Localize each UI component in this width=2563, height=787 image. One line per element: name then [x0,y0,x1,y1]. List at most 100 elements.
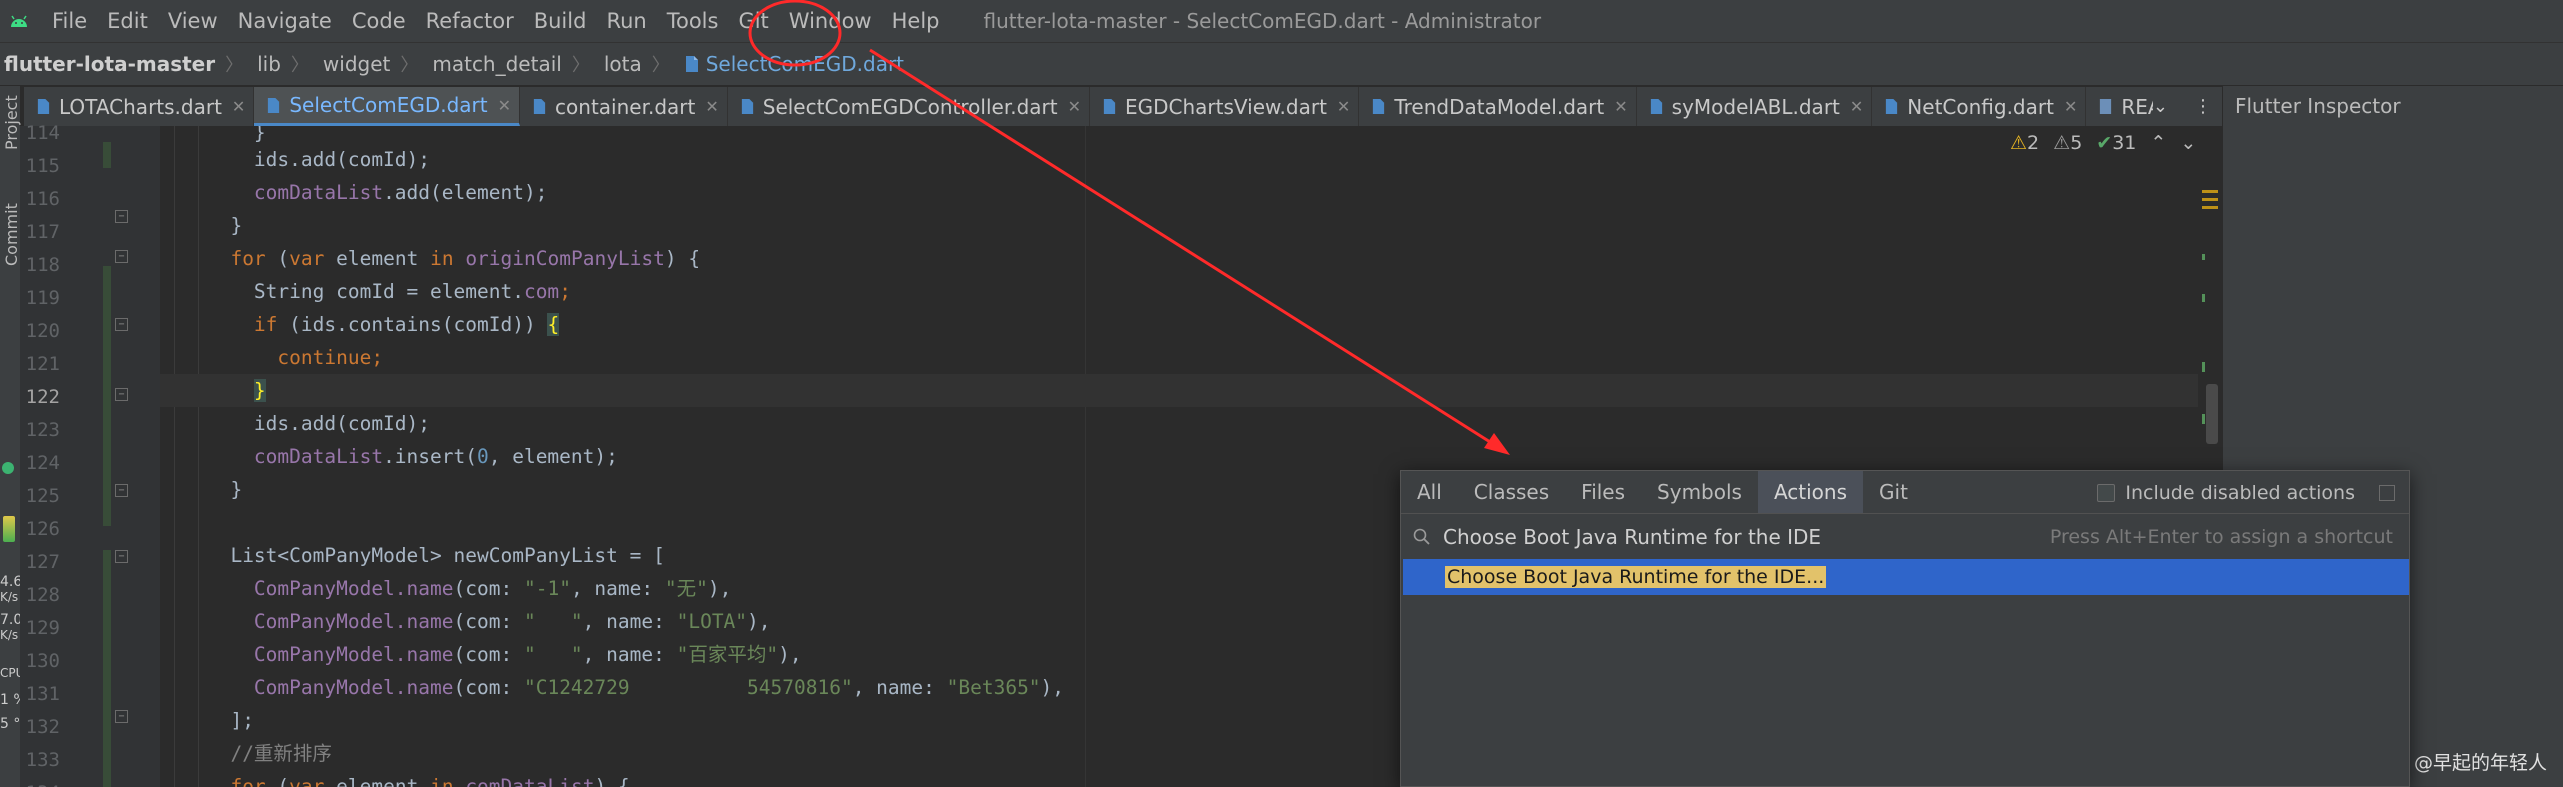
search-result-label: Choose Boot Java Runtime for the IDE... [1445,566,1827,588]
fold-icon[interactable]: − [115,550,128,563]
vcs-change-marker [103,266,111,526]
dart-file-icon [1650,99,1662,114]
menu-file[interactable]: File [52,9,87,33]
menu-code[interactable]: Code [352,9,406,33]
chevron-up-icon[interactable]: ⌃ [2150,132,2166,154]
line-number: 123 [25,419,60,441]
fold-icon[interactable]: − [115,388,128,401]
fold-icon[interactable]: − [115,318,128,331]
tab-label: SelectComEGDController.dart [762,94,1058,119]
breadcrumb-project[interactable]: flutter-lota-master [0,52,215,76]
menu-git[interactable]: Git [738,9,768,33]
tab-tools: ⌄ ⋮ [2152,87,2222,126]
line-number: 121 [25,353,60,375]
tab-classes[interactable]: Classes [1458,471,1565,513]
menu-run[interactable]: Run [606,9,646,33]
fold-icon[interactable]: − [115,484,128,497]
close-icon[interactable]: ✕ [232,97,245,116]
fold-icon[interactable]: − [115,250,128,263]
scroll-thumb[interactable] [2206,384,2218,444]
line-number: 128 [25,584,60,606]
close-icon[interactable]: ✕ [1337,97,1350,116]
tab-label: container.dart [555,94,696,119]
net-up-value: 7.0 [0,612,23,628]
fold-icon[interactable]: − [115,210,128,223]
dart-file-icon [1373,99,1385,114]
close-icon[interactable]: ✕ [705,97,718,116]
include-disabled-actions[interactable]: Include disabled actions [2097,471,2395,514]
close-icon[interactable]: ✕ [1068,97,1081,116]
chevron-right-icon: 〉 [571,55,590,76]
close-icon[interactable]: ✕ [498,96,511,115]
menu-tools[interactable]: Tools [667,9,719,33]
project-tool-button[interactable]: Project [2,95,21,150]
chevron-right-icon: 〉 [290,55,309,76]
warning-count[interactable]: ⚠5 [2053,132,2082,154]
weak-warning-icon: ⚠ [2053,132,2071,154]
menu-build[interactable]: Build [534,9,587,33]
line-number: 126 [25,518,60,540]
tab-selectcomegdcontroller[interactable]: SelectComEGDController.dart ✕ [728,87,1090,126]
editor-gutter: − − − − − − − 114 115 116 117 118 119 120 121 12… [20,122,160,787]
dart-file-icon [37,99,50,114]
tab-netconfig[interactable]: NetConfig.dart ✕ [1872,87,2087,126]
more-vertical-icon[interactable]: ⋮ [2194,96,2212,117]
tab-all[interactable]: All [1401,471,1458,513]
menu-window[interactable]: Window [789,9,872,33]
ok-count[interactable]: ✔31 [2096,132,2136,154]
dart-file-icon [533,99,546,114]
code-line: if (ids.contains(comId)) { [253,313,560,336]
chevron-down-icon[interactable]: ⌄ [2180,132,2196,154]
menu-navigate[interactable]: Navigate [238,9,332,33]
error-count[interactable]: ⚠2 [2010,132,2039,154]
tab-symodelabl[interactable]: syModelABL.dart ✕ [1637,87,1873,126]
tab-lotacharts[interactable]: LOTACharts.dart ✕ [24,87,255,126]
inspection-widget[interactable]: ⚠2 ⚠5 ✔31 ⌃ ⌄ [2010,132,2196,154]
tab-actions[interactable]: Actions [1757,471,1864,513]
code-line-current: } [160,374,2210,407]
tab-git[interactable]: Git [1863,471,1924,513]
close-icon[interactable]: ✕ [1614,97,1627,116]
breadcrumb-folder-lota[interactable]: lota [600,52,642,76]
search-icon [1413,528,1430,545]
dart-file-icon [1103,99,1116,114]
close-icon[interactable]: ✕ [1850,97,1863,116]
pin-window-icon[interactable] [2379,484,2395,501]
flutter-inspector-header: Flutter Inspector [2222,86,2563,126]
breadcrumb-folder-widget[interactable]: widget [319,52,390,76]
menu-help[interactable]: Help [892,9,940,33]
tab-label: EGDChartsView.dart [1125,94,1327,119]
chevron-right-icon: 〉 [400,55,419,76]
menu-edit[interactable]: Edit [107,9,148,33]
breadcrumb-folder-lib[interactable]: lib [253,52,281,76]
chevron-right-icon: 〉 [225,55,244,76]
include-disabled-checkbox[interactable] [2097,483,2116,502]
tab-container[interactable]: container.dart ✕ [520,87,728,126]
tab-selectcomegd[interactable]: SelectComEGD.dart ✕ [254,87,521,126]
close-icon[interactable]: ✕ [2064,97,2077,116]
search-field[interactable]: Choose Boot Java Runtime for the IDE Pre… [1401,515,2409,558]
menu-view[interactable]: View [168,9,218,33]
tab-symbols[interactable]: Symbols [1641,471,1758,513]
search-result-item[interactable]: Choose Boot Java Runtime for the IDE... [1403,559,2409,595]
dart-file-icon [741,99,753,114]
line-number: 120 [25,320,60,342]
breadcrumb-file[interactable]: SelectComEGD.dart [680,52,904,76]
tab-egdchartsview[interactable]: EGDChartsView.dart ✕ [1090,87,1360,126]
tab-label: SelectComEGD.dart [289,93,488,117]
tab-label: TrendDataModel.dart [1394,94,1605,119]
line-number: 133 [25,749,60,771]
chevron-right-icon: 〉 [651,55,670,76]
chevron-down-icon[interactable]: ⌄ [2153,96,2168,117]
fold-icon[interactable]: − [115,710,128,723]
tab-label: NetConfig.dart [1907,94,2054,119]
search-input[interactable]: Choose Boot Java Runtime for the IDE [1443,525,1821,549]
menu-refactor[interactable]: Refactor [426,9,514,33]
tab-trenddatamodel[interactable]: TrendDataModel.dart ✕ [1359,87,1637,126]
commit-tool-button[interactable]: Commit [2,203,21,266]
breadcrumb-folder-match-detail[interactable]: match_detail [428,52,561,76]
warning-marker [2202,190,2218,193]
tab-files[interactable]: Files [1565,471,1641,513]
line-number: 115 [25,155,60,177]
flutter-inspector-title[interactable]: Flutter Inspector [2235,94,2401,118]
